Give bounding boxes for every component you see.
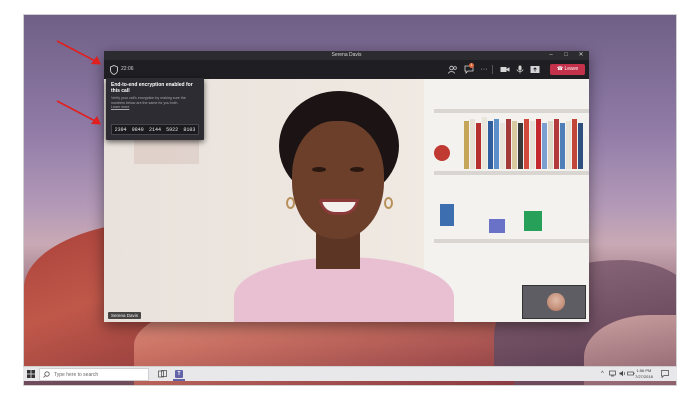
encryption-code: 2144 (148, 126, 161, 133)
notifications-icon[interactable] (661, 370, 669, 380)
toolbar-divider (492, 65, 493, 74)
participant-eye (350, 167, 364, 172)
chat-badge: 1 (469, 63, 474, 68)
camera-icon[interactable] (500, 65, 510, 74)
volume-icon[interactable] (619, 370, 627, 381)
search-icon (43, 371, 50, 381)
leave-label: Leave (564, 66, 579, 72)
participant-eye (312, 167, 326, 172)
participants-icon[interactable] (448, 65, 458, 74)
call-toolbar: 22:06 1 ··· ☎ Leave (104, 60, 589, 79)
phone-icon: ☎ (556, 66, 564, 72)
earring (384, 197, 393, 209)
earring (286, 197, 295, 209)
encryption-popup-title: End-to-end encryption enabled for this c… (111, 82, 193, 94)
windows-start-icon[interactable] (27, 370, 36, 379)
title-bar[interactable]: Serena Davis – □ ✕ (104, 51, 589, 60)
encryption-code: 5922 (166, 126, 179, 133)
close-window-button[interactable]: ✕ (574, 51, 588, 60)
microphone-icon[interactable] (515, 65, 525, 74)
battery-icon[interactable] (627, 370, 635, 381)
annotation-arrow (56, 100, 101, 125)
encryption-code: 2394 (114, 126, 127, 133)
leave-button[interactable]: ☎ Leave (550, 64, 585, 75)
windows-taskbar: Type here to search T ^ 1:56 PM 7/27/201… (23, 366, 677, 381)
encryption-popup-body: Verify your call's encryption by making … (111, 96, 199, 110)
screenshot-frame: Serena Davis – □ ✕ 22:06 1 ··· ☎ Leave S… (0, 0, 700, 400)
participant-face (292, 121, 384, 239)
self-view-video[interactable] (522, 285, 586, 319)
task-view-icon[interactable] (158, 370, 167, 381)
teams-icon: T (175, 370, 183, 378)
teams-taskbar-button[interactable]: T (173, 368, 185, 381)
share-icon[interactable] (530, 65, 540, 74)
taskbar-search-box[interactable]: Type here to search (39, 368, 149, 381)
encryption-code: 8103 (183, 126, 196, 133)
chat-icon[interactable]: 1 (464, 63, 474, 74)
self-view-avatar (547, 293, 565, 311)
clock-date: 7/27/2018 (635, 374, 653, 379)
encryption-codes: 2394 9849 2144 5922 8103 (111, 124, 199, 135)
search-placeholder: Type here to search (54, 372, 99, 378)
encryption-code: 9849 (131, 126, 144, 133)
window-title: Serena Davis (331, 52, 362, 58)
annotation-arrow (56, 40, 101, 65)
network-icon[interactable] (609, 370, 617, 381)
minimize-button[interactable]: – (544, 51, 558, 60)
maximize-button[interactable]: □ (559, 51, 573, 60)
participant-name-label: Serena Davis (108, 312, 142, 319)
more-icon[interactable]: ··· (479, 65, 489, 74)
shield-icon[interactable] (110, 65, 118, 75)
encryption-popup: End-to-end encryption enabled for this c… (106, 78, 204, 140)
chevron-up-icon[interactable]: ^ (601, 370, 604, 379)
taskbar-clock[interactable]: 1:56 PM 7/27/2018 (635, 368, 653, 380)
call-duration: 22:06 (121, 66, 134, 72)
encryption-popup-text: Verify your call's encryption by making … (111, 96, 186, 105)
learn-more-link[interactable]: Learn more (111, 105, 129, 109)
